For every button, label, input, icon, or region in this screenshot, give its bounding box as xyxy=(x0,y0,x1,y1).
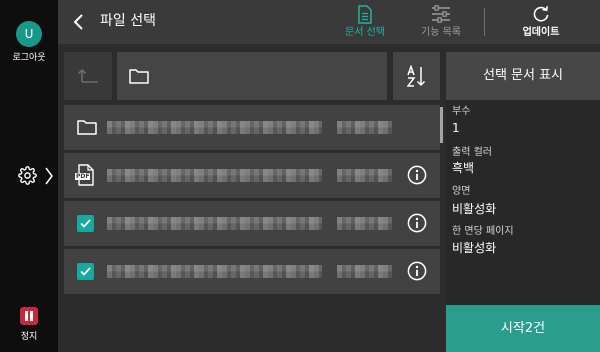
folder-icon xyxy=(129,68,149,84)
setting-copies-label: 부수 xyxy=(452,106,471,117)
setting-color-value: 흑백 xyxy=(452,161,475,175)
gear-icon[interactable] xyxy=(18,166,37,185)
tab-document-select[interactable]: 문서 선택 xyxy=(335,0,395,44)
tab-document-select-label: 문서 선택 xyxy=(345,27,385,38)
checkbox-checked[interactable] xyxy=(77,263,94,280)
stop-button[interactable] xyxy=(20,307,38,325)
chevron-right-icon[interactable] xyxy=(45,167,53,185)
sort-az-icon xyxy=(406,65,427,87)
setting-copies-value: 1 xyxy=(452,121,460,135)
pdf-badge: PDF xyxy=(75,173,91,180)
document-icon xyxy=(357,5,373,24)
setting-pages-per-side-value: 비활성화 xyxy=(452,241,497,255)
file-row[interactable]: PDF xyxy=(64,153,440,198)
tab-feature-list[interactable]: 기능 목록 xyxy=(411,0,471,44)
file-detail-blurred xyxy=(337,169,392,182)
list-scrollbar[interactable] xyxy=(440,107,443,143)
tab-feature-list-label: 기능 목록 xyxy=(421,27,461,38)
file-row[interactable] xyxy=(64,249,440,294)
file-detail-blurred xyxy=(337,121,392,134)
info-icon[interactable] xyxy=(407,261,427,281)
current-path-field[interactable] xyxy=(117,52,387,100)
sort-button[interactable] xyxy=(393,52,440,100)
chevron-left-icon[interactable] xyxy=(72,13,84,31)
file-name-blurred xyxy=(107,265,322,278)
start-button[interactable]: 시작2건 xyxy=(446,305,600,352)
page-title: 파일 선택 xyxy=(100,13,156,29)
folder-icon xyxy=(77,119,97,135)
file-name-blurred xyxy=(107,169,322,182)
setting-duplex-value: 비활성화 xyxy=(452,202,497,216)
sidebar: U 로그아웃 정지 xyxy=(0,0,58,352)
header: 파일 선택 문서 선택 기능 목록 업데이트 xyxy=(58,0,600,44)
file-detail-blurred xyxy=(337,265,392,278)
settings-summary-panel: 부수 1 출력 컬러 흑백 양면 비활성화 한 면당 페이지 비활성화 xyxy=(446,100,600,305)
header-divider xyxy=(484,8,485,36)
folder-up-icon xyxy=(77,67,99,85)
checkbox-checked[interactable] xyxy=(77,215,94,232)
avatar[interactable]: U xyxy=(16,21,42,47)
show-selected-button[interactable]: 선택 문서 표시 xyxy=(446,52,600,100)
file-detail-blurred xyxy=(337,217,392,230)
setting-pages-per-side-label: 한 면당 페이지 xyxy=(452,226,514,237)
info-icon[interactable] xyxy=(407,213,427,233)
screen: U 로그아웃 정지 파일 선택 문서 선택 기능 목록 업데이트 선택 문서 표… xyxy=(0,0,600,352)
sliders-icon xyxy=(431,5,451,23)
file-name-blurred xyxy=(107,121,322,134)
file-name-blurred xyxy=(107,217,322,230)
file-row[interactable] xyxy=(64,201,440,246)
refresh-label: 업데이트 xyxy=(522,27,560,38)
info-icon[interactable] xyxy=(407,165,427,185)
pdf-file-icon: PDF xyxy=(75,164,95,186)
stop-label: 정지 xyxy=(20,332,38,342)
logout-label[interactable]: 로그아웃 xyxy=(0,52,58,64)
refresh-icon xyxy=(532,5,550,23)
file-row[interactable] xyxy=(64,105,440,150)
folder-up-button[interactable] xyxy=(64,52,112,100)
setting-color-label: 출력 컬러 xyxy=(452,147,492,158)
setting-duplex-label: 양면 xyxy=(452,186,471,197)
refresh-button[interactable]: 업데이트 xyxy=(511,0,571,44)
